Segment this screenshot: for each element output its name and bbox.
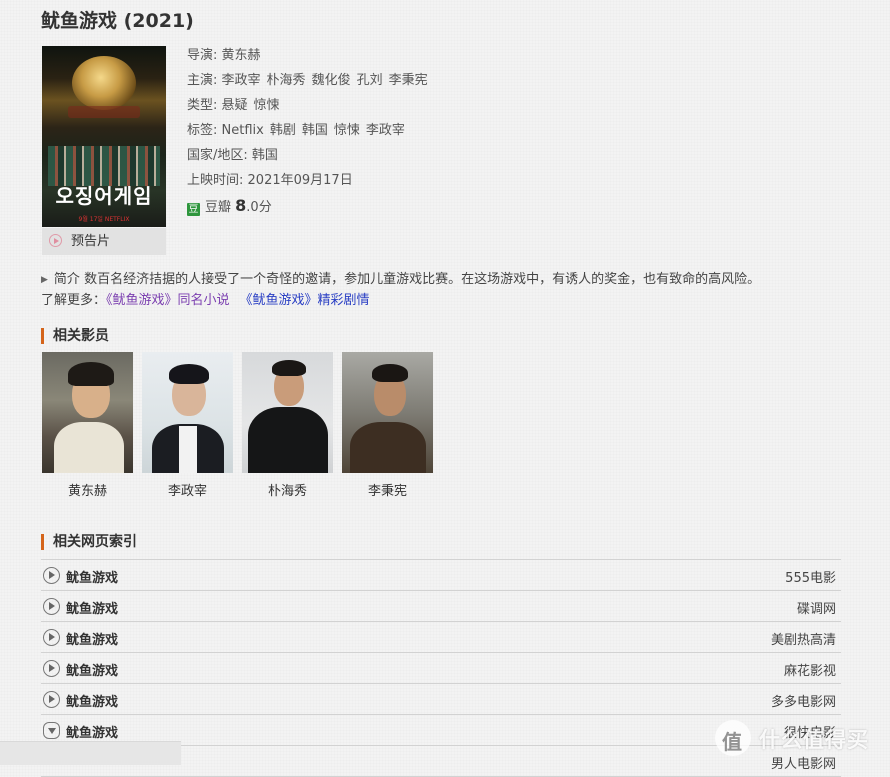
trailer-label: 预告片 xyxy=(71,234,111,249)
genre-link[interactable]: 悬疑 xyxy=(222,98,248,113)
plot-link[interactable]: 《鱿鱼游戏》精彩剧情 xyxy=(240,293,370,308)
web-index-title[interactable]: 鱿鱼游戏 xyxy=(66,629,118,648)
bottom-bar[interactable] xyxy=(0,741,181,765)
region-row: 国家/地区: 韩国 xyxy=(187,146,434,171)
douban-row[interactable]: 豆豆瓣 8.0分 xyxy=(187,196,434,221)
web-index-title[interactable]: 鱿鱼游戏 xyxy=(66,598,118,617)
intro-label: 简介 xyxy=(53,272,80,287)
novel-link[interactable]: 《鱿鱼游戏》同名小说 xyxy=(106,293,230,308)
watermark: 什么值得买 xyxy=(715,718,885,758)
douban-icon: 豆 xyxy=(187,203,200,216)
intro-text: ▶ 简介 数百名经济拮据的人接受了一个奇怪的邀请，参加儿童游戏比赛。在这场游戏中，… xyxy=(41,268,760,287)
cloud-download-icon xyxy=(43,722,60,739)
smzdm-logo-icon xyxy=(715,720,751,756)
web-index-source[interactable]: 555电影 xyxy=(785,567,836,586)
play-icon xyxy=(43,660,60,677)
director-link[interactable]: 黄东赫 xyxy=(222,48,261,63)
play-icon xyxy=(43,629,60,646)
play-icon xyxy=(49,234,62,247)
douban-score-main: 8 xyxy=(235,196,247,215)
tag-link[interactable]: 韩剧 xyxy=(270,123,296,138)
web-index-row[interactable]: 鱿鱼游戏 美剧热高清 xyxy=(41,622,841,653)
region-link[interactable]: 韩国 xyxy=(252,148,278,163)
tags-label: 标签: xyxy=(187,123,218,138)
douban-label: 豆瓣 xyxy=(205,200,232,215)
movie-meta: 导演: 黄东赫 主演: 李政宰 朴海秀 魏化俊 孔刘 李秉宪 类型: 悬疑 惊悚 标签: … xyxy=(187,46,434,221)
web-index-source[interactable]: 美剧热高清 xyxy=(771,629,836,648)
tag-link[interactable]: 李政宰 xyxy=(366,123,405,138)
cast-photo[interactable] xyxy=(242,352,333,473)
cast-card[interactable]: 朴海秀 xyxy=(242,352,333,499)
web-index-source[interactable]: 碟调网 xyxy=(797,598,836,617)
cast-photo[interactable] xyxy=(342,352,433,473)
play-icon xyxy=(43,598,60,615)
cast-photo[interactable] xyxy=(142,352,233,473)
cast-name[interactable]: 黄东赫 xyxy=(42,480,133,499)
web-index-title[interactable]: 鱿鱼游戏 xyxy=(66,691,118,710)
poster-title-text: 오징어게임 xyxy=(55,184,153,208)
cast-label: 主演: xyxy=(187,73,218,88)
tag-link[interactable]: 惊悚 xyxy=(334,123,360,138)
intro-body: 数百名经济拮据的人接受了一个奇怪的邀请，参加儿童游戏比赛。在这场游戏中，有诱人的… xyxy=(84,272,761,287)
cast-row: 主演: 李政宰 朴海秀 魏化俊 孔刘 李秉宪 xyxy=(187,71,434,96)
tag-link[interactable]: Netflix xyxy=(222,123,264,138)
cast-photo[interactable] xyxy=(42,352,133,473)
play-icon xyxy=(43,691,60,708)
web-index-source[interactable]: 多多电影网 xyxy=(771,691,836,710)
web-index-row[interactable]: 鱿鱼游戏 多多电影网 xyxy=(41,684,841,715)
web-index-title[interactable]: 鱿鱼游戏 xyxy=(66,567,118,586)
cast-link[interactable]: 孔刘 xyxy=(357,73,383,88)
douban-score-rest: .0分 xyxy=(246,200,272,215)
cast-card[interactable]: 黄东赫 xyxy=(42,352,133,499)
release-row: 上映时间: 2021年09月17日 xyxy=(187,171,434,196)
related-cast-heading: 相关影员 xyxy=(41,328,109,344)
tags-row: 标签: Netflix 韩剧 韩国 惊悚 李政宰 xyxy=(187,121,434,146)
poster-banner xyxy=(68,106,140,118)
cast-card[interactable]: 李政宰 xyxy=(142,352,233,499)
genre-label: 类型: xyxy=(187,98,218,113)
cast-link[interactable]: 李政宰 xyxy=(222,73,261,88)
cast-link[interactable]: 魏化俊 xyxy=(312,73,351,88)
genre-link[interactable]: 惊悚 xyxy=(254,98,280,113)
web-index-source[interactable]: 麻花影视 xyxy=(784,660,836,679)
cast-link[interactable]: 朴海秀 xyxy=(267,73,306,88)
learn-more-label: 了解更多： xyxy=(41,293,107,308)
web-index-row[interactable]: 鱿鱼游戏 碟调网 xyxy=(41,591,841,622)
cast-name[interactable]: 李政宰 xyxy=(142,480,233,499)
learn-more: 了解更多：《鱿鱼游戏》同名小说 《鱿鱼游戏》精彩剧情 xyxy=(41,289,370,308)
poster-date-text: 9월 17일 NETFLIX xyxy=(78,216,130,223)
cast-link[interactable]: 李秉宪 xyxy=(389,73,428,88)
cast-card[interactable]: 李秉宪 xyxy=(342,352,433,499)
triangle-right-icon: ▶ xyxy=(41,275,48,285)
web-index-row[interactable]: 鱿鱼游戏 麻花影视 xyxy=(41,653,841,684)
watermark-text: 什么值得买 xyxy=(759,728,869,752)
trailer-button[interactable]: 预告片 xyxy=(42,228,166,255)
genre-row: 类型: 悬疑 惊悚 xyxy=(187,96,434,121)
play-icon xyxy=(43,567,60,584)
poster-orb xyxy=(72,56,136,110)
web-index-heading: 相关网页索引 xyxy=(41,534,137,550)
web-index-title[interactable]: 鱿鱼游戏 xyxy=(66,722,118,741)
cast-name[interactable]: 李秉宪 xyxy=(342,480,433,499)
release-label: 上映时间: xyxy=(187,173,244,188)
web-index-row[interactable]: 鱿鱼游戏 555电影 xyxy=(41,560,841,591)
region-label: 国家/地区: xyxy=(187,148,248,163)
page-title: 鱿鱼游戏 (2021) xyxy=(41,10,194,32)
cast-name[interactable]: 朴海秀 xyxy=(242,480,333,499)
release-date: 2021年09月17日 xyxy=(247,173,353,188)
tag-link[interactable]: 韩国 xyxy=(302,123,328,138)
web-index-title[interactable]: 鱿鱼游戏 xyxy=(66,660,118,679)
director-row: 导演: 黄东赫 xyxy=(187,46,434,71)
director-label: 导演: xyxy=(187,48,218,63)
poster-image[interactable]: 오징어게임 9월 17일 NETFLIX xyxy=(42,46,166,227)
